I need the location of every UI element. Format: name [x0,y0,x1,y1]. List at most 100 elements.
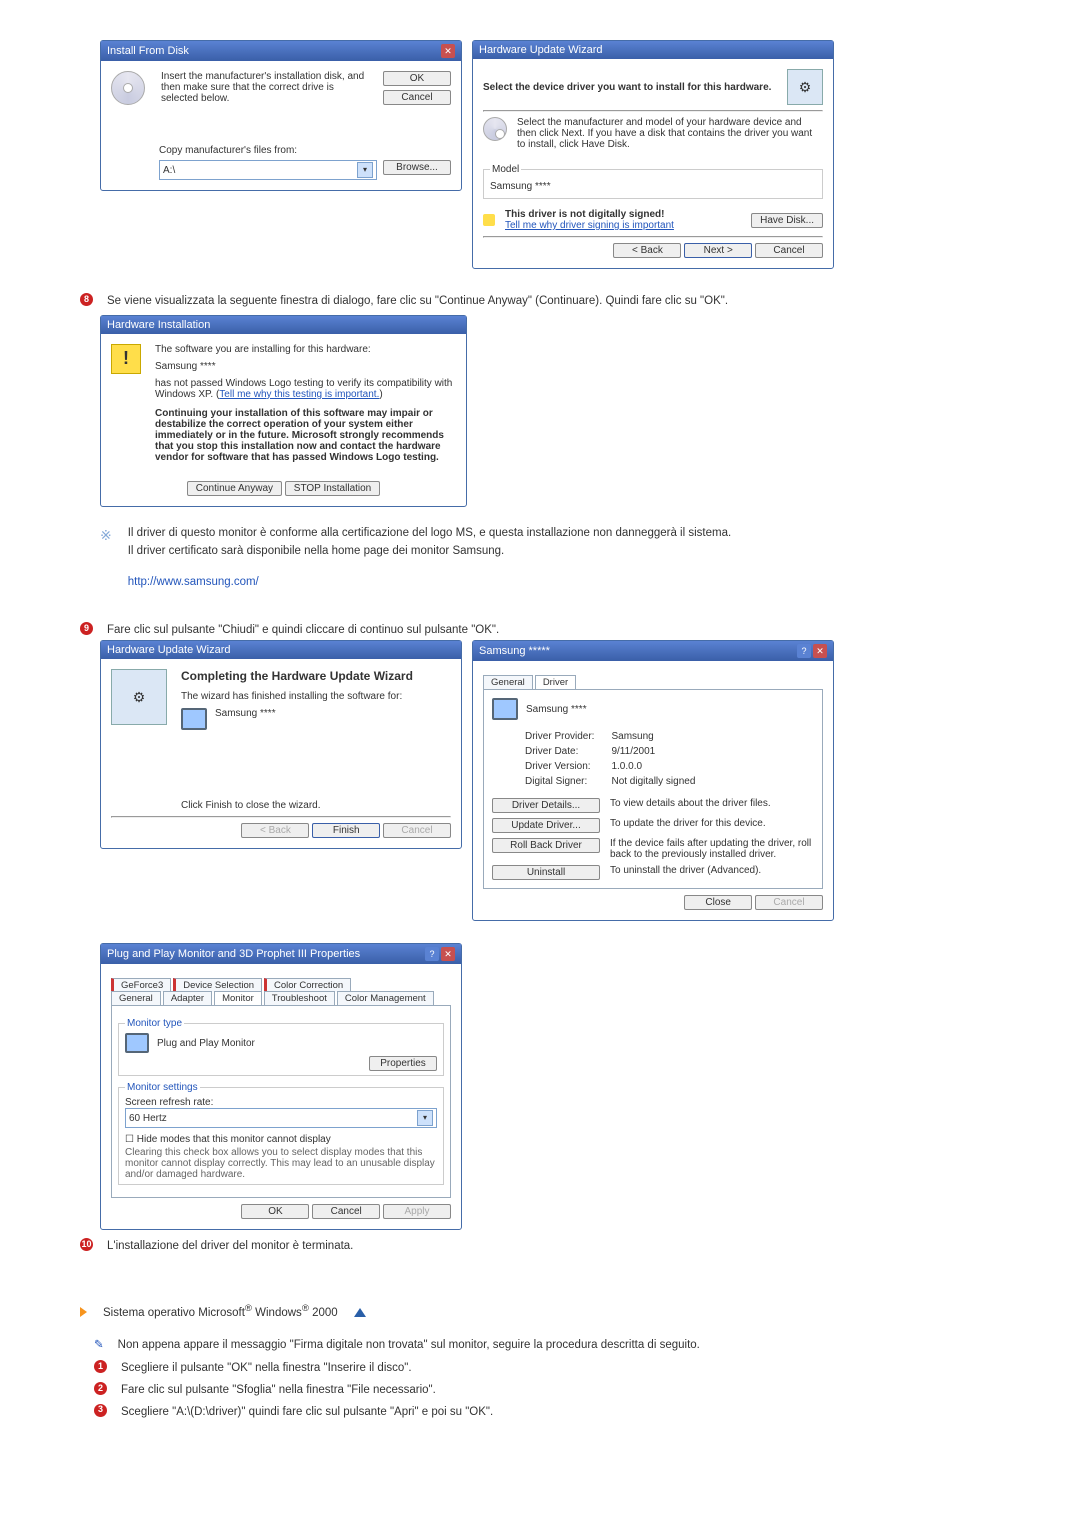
logo-test-link[interactable]: Tell me why this testing is important. [219,389,379,400]
tab-general[interactable]: General [483,675,533,689]
dialog-title: Hardware Installation [107,319,210,331]
driver-details-button[interactable]: Driver Details... [492,798,600,813]
cancel-button: Cancel [383,823,451,838]
tab-general[interactable]: General [111,991,161,1005]
tab-driver[interactable]: Driver [535,675,576,689]
help-icon[interactable]: ? [425,947,439,961]
date-label: Driver Date: [524,745,608,758]
step-8-text: Se viene visualizzata la seguente finest… [107,293,728,311]
logo-test-text: has not passed Windows Logo testing to v… [155,378,456,400]
refresh-rate-select[interactable]: 60 Hertz ▾ [125,1108,437,1128]
monitor-settings-label: Monitor settings [125,1082,200,1093]
instruction-text: Insert the manufacturer's installation d… [161,71,367,104]
stop-installation-button[interactable]: STOP Installation [285,481,380,496]
uninstall-desc: To uninstall the driver (Advanced). [610,865,814,876]
ok-button[interactable]: OK [383,71,451,86]
continue-anyway-button[interactable]: Continue Anyway [187,481,282,496]
select-heading: Select the device driver you want to ins… [483,82,777,93]
version-value: 1.0.0.0 [610,760,696,773]
date-value: 9/11/2001 [610,745,696,758]
close-icon[interactable]: ✕ [441,44,455,58]
tab-color-correction[interactable]: Color Correction [264,978,351,992]
hide-modes-label: Hide modes that this monitor cannot disp… [137,1134,331,1145]
monitor-type-label: Monitor type [125,1018,184,1029]
device-name: Samsung **** [155,361,456,372]
step-9-text: Fare clic sul pulsante "Chiudi" e quindi… [107,622,499,640]
rollback-desc: If the device fails after updating the d… [610,838,814,860]
chevron-down-icon[interactable]: ▾ [357,162,373,178]
refresh-rate-value: 60 Hertz [129,1113,167,1124]
click-finish-text: Click Finish to close the wizard. [181,800,451,811]
step-bullet-icon: 1 [94,1360,107,1373]
os2000-heading: Sistema operativo Microsoft® Windows® 20… [103,1302,338,1323]
dialog-title: Install From Disk [107,45,189,57]
install-from-disk-dialog: Install From Disk ✕ Insert the manufactu… [100,40,462,191]
warning-icon: ! [111,344,141,374]
dialog-title: Plug and Play Monitor and 3D Prophet III… [107,948,360,960]
cancel-button[interactable]: Cancel [312,1204,380,1219]
browse-button[interactable]: Browse... [383,160,451,175]
next-button[interactable]: Next > [684,243,752,258]
os2000-intro: Non appena appare il messaggio "Firma di… [118,1337,700,1355]
hardware-update-select-dialog: Hardware Update Wizard Select the device… [472,40,834,269]
checkbox-icon[interactable]: ☐ [125,1134,134,1145]
cert-note-1: Il driver di questo monitor è conforme a… [128,525,731,543]
os2000-step1: Scegliere il pulsante "OK" nella finestr… [121,1360,412,1378]
cancel-button[interactable]: Cancel [755,243,823,258]
arrow-icon [80,1307,87,1317]
chevron-down-icon[interactable]: ▾ [417,1110,433,1126]
model-group: Model Samsung **** [483,164,823,199]
cd-icon [483,117,507,141]
tab-troubleshoot[interactable]: Troubleshoot [264,991,335,1005]
install-icon: ⚙ [787,69,823,105]
update-driver-button[interactable]: Update Driver... [492,818,600,833]
have-disk-button[interactable]: Have Disk... [751,213,823,228]
driver-details-desc: To view details about the driver files. [610,798,814,809]
tab-color-management[interactable]: Color Management [337,991,434,1005]
dialog-title: Hardware Update Wizard [107,644,231,656]
step-bullet-icon: 10 [80,1238,93,1251]
tab-device-selection[interactable]: Device Selection [173,978,262,992]
back-button[interactable]: < Back [613,243,681,258]
close-icon[interactable]: ✕ [813,644,827,658]
rollback-button[interactable]: Roll Back Driver [492,838,600,853]
samsung-url-link[interactable]: http://www.samsung.com/ [128,576,259,588]
up-arrow-icon[interactable] [354,1308,366,1317]
monitor-icon [492,698,518,720]
tab-monitor[interactable]: Monitor [214,991,262,1005]
update-driver-desc: To update the driver for this device. [610,818,814,829]
help-icon[interactable]: ? [797,644,811,658]
copy-from-label: Copy manufacturer's files from: [159,145,451,156]
note-icon: ✎ [94,1337,104,1355]
step-bullet-icon: 3 [94,1404,107,1417]
back-button: < Back [241,823,309,838]
tab-adapter[interactable]: Adapter [163,991,212,1005]
version-label: Driver Version: [524,760,608,773]
warning-bold-text: Continuing your installation of this sof… [155,408,444,463]
step-bullet-icon: 8 [80,293,93,306]
hide-modes-desc: Clearing this check box allows you to se… [125,1147,437,1180]
note-icon: ※ [100,525,112,547]
dialog-title: Samsung ***** [479,645,550,657]
ok-button[interactable]: OK [241,1204,309,1219]
properties-button[interactable]: Properties [369,1056,437,1071]
monitor-icon [125,1033,149,1053]
uninstall-button[interactable]: Uninstall [492,865,600,880]
cancel-button[interactable]: Cancel [383,90,451,105]
close-button[interactable]: Close [684,895,752,910]
device-name: Samsung **** [526,704,587,715]
cancel-button: Cancel [755,895,823,910]
os2000-step3: Scegliere "A:\(D:\driver)" quindi fare c… [121,1404,493,1422]
path-select[interactable]: A:\ ▾ [159,160,377,180]
signing-link[interactable]: Tell me why driver signing is important [505,220,741,231]
path-value: A:\ [163,165,175,176]
model-label: Model [490,164,521,175]
display-properties-dialog: Plug and Play Monitor and 3D Prophet III… [100,943,462,1230]
tab-geforce[interactable]: GeForce3 [111,978,171,992]
dialog-title: Hardware Update Wizard [479,44,603,56]
close-icon[interactable]: ✕ [441,947,455,961]
step-bullet-icon: 2 [94,1382,107,1395]
provider-value: Samsung [610,730,696,743]
model-value[interactable]: Samsung **** [490,179,816,194]
finish-button[interactable]: Finish [312,823,380,838]
